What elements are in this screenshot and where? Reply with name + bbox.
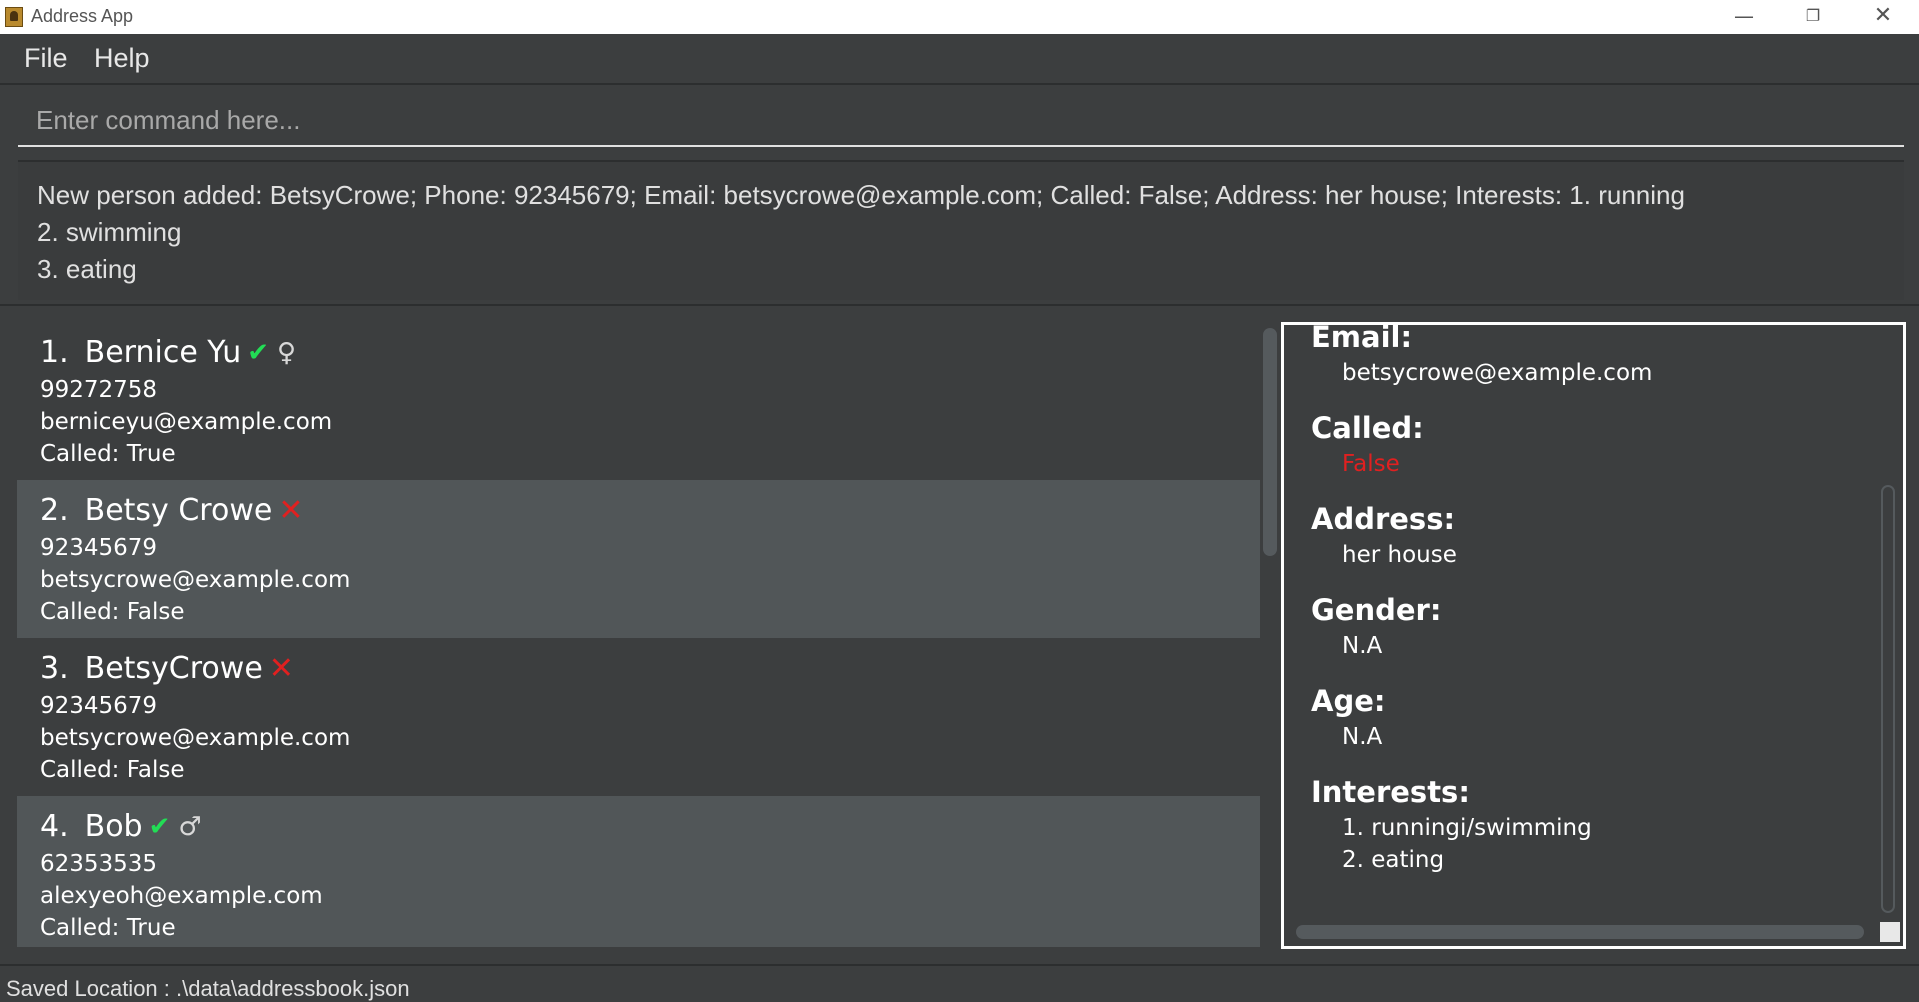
female-icon: ♀	[277, 337, 297, 368]
result-line-3: 3. eating	[37, 254, 137, 284]
menu-help[interactable]: Help	[94, 43, 150, 74]
detail-interests-label: Interests:	[1311, 775, 1470, 809]
person-card[interactable]: 4. Bob ✔ ♂ 62353535 alexyeoh@example.com Ca…	[17, 796, 1260, 947]
close-button[interactable]: ✕	[1853, 0, 1913, 34]
cross-icon: ✕	[268, 651, 294, 686]
person-called: Called: False	[40, 599, 185, 625]
result-display: New person added: BetsyCrowe; Phone: 923…	[18, 160, 1904, 300]
person-phone: 92345679	[40, 535, 158, 561]
detail-address-label: Address:	[1311, 502, 1456, 536]
person-phone: 99272758	[40, 377, 158, 403]
male-icon: ♂	[178, 811, 202, 842]
person-card-title: 2. Betsy Crowe ✕	[40, 492, 303, 528]
person-card[interactable]: 1. Bernice Yu ✔ ♀ 99272758 berniceyu@exampl…	[17, 322, 1260, 480]
detail-age-value: N.A	[1342, 724, 1383, 750]
app-icon	[5, 7, 23, 27]
detail-called-label: Called:	[1311, 411, 1424, 445]
detail-horizontal-scrollbar[interactable]	[1296, 925, 1864, 939]
person-email: berniceyu@example.com	[40, 409, 333, 435]
command-box	[0, 85, 1919, 155]
maximize-button[interactable]: ❐	[1783, 0, 1843, 34]
person-card[interactable]: 2. Betsy Crowe ✕ 92345679 betsycrowe@examp…	[17, 480, 1260, 638]
result-line-2: 2. swimming	[37, 217, 182, 247]
status-bar: Saved Location : .\data\addressbook.json	[0, 964, 1919, 1001]
person-called: Called: True	[40, 441, 176, 467]
window-title: Address App	[31, 6, 134, 26]
person-called: Called: True	[40, 915, 176, 941]
result-line-1: New person added: BetsyCrowe; Phone: 923…	[37, 180, 1685, 210]
detail-called-value: False	[1342, 451, 1400, 477]
person-email: alexyeoh@example.com	[40, 883, 323, 909]
person-detail-panel: Email: betsycrowe@example.com Called: Fa…	[1281, 322, 1906, 949]
detail-interest-item: 1. runningi/swimming	[1342, 815, 1592, 841]
command-input[interactable]	[18, 95, 1904, 147]
detail-gender-label: Gender:	[1311, 593, 1442, 627]
person-email: betsycrowe@example.com	[40, 567, 351, 593]
scrollbar-corner	[1880, 922, 1900, 942]
detail-interest-item: 2. eating	[1342, 847, 1445, 873]
title-bar: Address App — ❐ ✕	[0, 0, 1919, 34]
minimize-button[interactable]: —	[1714, 0, 1774, 34]
person-card-title: 4. Bob ✔ ♂	[40, 808, 202, 844]
person-name: BetsyCrowe	[84, 651, 263, 686]
menu-bar: File Help	[0, 34, 1919, 85]
detail-age-label: Age:	[1311, 684, 1386, 718]
list-scrollbar-thumb[interactable]	[1263, 328, 1277, 556]
person-index: 3.	[40, 651, 69, 686]
person-index: 4.	[40, 809, 69, 844]
person-name: Bernice Yu	[84, 335, 242, 370]
detail-email-value: betsycrowe@example.com	[1342, 360, 1653, 386]
detail-address-value: her house	[1342, 542, 1457, 568]
person-name: Bob	[84, 809, 143, 844]
detail-vertical-scrollbar[interactable]	[1881, 485, 1895, 913]
cross-icon: ✕	[278, 493, 304, 528]
person-called: Called: False	[40, 757, 185, 783]
section-divider	[0, 304, 1919, 316]
person-phone: 62353535	[40, 851, 158, 877]
person-name: Betsy Crowe	[84, 493, 273, 528]
check-icon: ✔	[148, 811, 171, 842]
person-list: 1. Bernice Yu ✔ ♀ 99272758 berniceyu@exampl…	[17, 322, 1260, 947]
person-index: 2.	[40, 493, 69, 528]
saved-location-text: Saved Location : .\data\addressbook.json	[6, 976, 410, 1001]
detail-gender-value: N.A	[1342, 633, 1383, 659]
check-icon: ✔	[247, 337, 269, 368]
person-email: betsycrowe@example.com	[40, 725, 351, 751]
person-index: 1.	[40, 335, 69, 370]
person-card[interactable]: 3. BetsyCrowe ✕ 92345679 betsycrowe@exampl…	[17, 638, 1260, 796]
person-phone: 92345679	[40, 693, 158, 719]
person-card-title: 3. BetsyCrowe ✕	[40, 650, 294, 686]
detail-email-label: Email:	[1311, 322, 1413, 354]
person-card-title: 1. Bernice Yu ✔ ♀	[40, 334, 296, 370]
menu-file[interactable]: File	[24, 43, 68, 74]
